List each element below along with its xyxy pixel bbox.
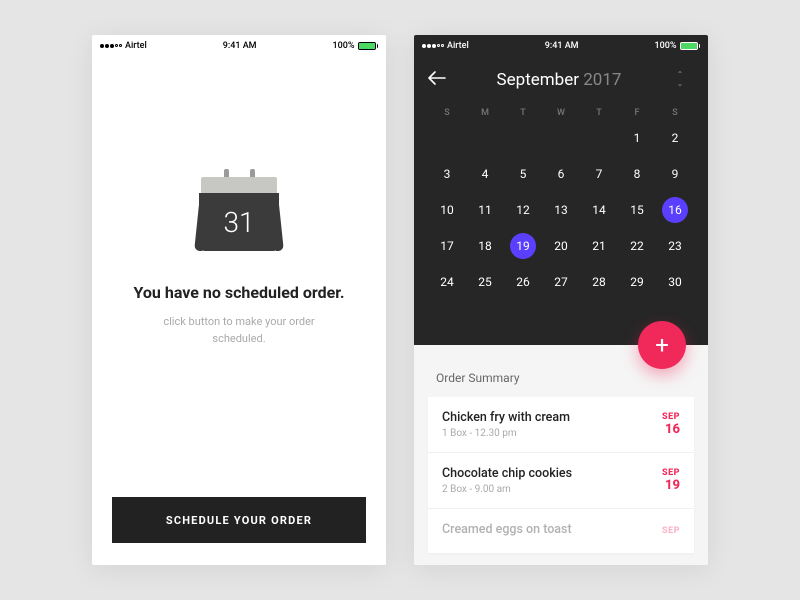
weekday-label: M — [466, 108, 504, 118]
calendar-grid: 1234567891011121314151617181920212223242… — [414, 124, 708, 296]
calendar-day[interactable]: 14 — [580, 198, 618, 222]
weekday-label: W — [542, 108, 580, 118]
calendar-panel: Airtel 9:41 AM 100% September 2017 ⌃ ⌄ S — [414, 35, 708, 345]
calendar-day[interactable]: 8 — [618, 162, 656, 186]
calendar-day[interactable]: 1 — [618, 126, 656, 150]
order-item-info: Chicken fry with cream 1 Box - 12.30 pm — [442, 410, 570, 439]
calendar-day[interactable]: 4 — [466, 162, 504, 186]
status-bar: Airtel 9:41 AM 100% — [414, 35, 708, 53]
add-order-fab[interactable]: + — [638, 321, 686, 369]
status-right: 100% — [655, 41, 700, 51]
battery-label: 100% — [655, 41, 677, 51]
order-item-date: SEP16 — [662, 412, 680, 437]
order-item-meta: 1 Box - 12.30 pm — [442, 428, 570, 439]
calendar-day[interactable]: 9 — [656, 162, 694, 186]
order-summary-panel: Order Summary Chicken fry with cream1 Bo… — [414, 345, 708, 565]
order-item-info: Chocolate chip cookies 2 Box - 9.00 am — [442, 466, 572, 495]
carrier-label: Airtel — [447, 41, 469, 51]
empty-state-container: 31 You have no scheduled order. click bu… — [92, 53, 386, 347]
calendar-day[interactable]: 17 — [428, 234, 466, 258]
calendar-day[interactable]: 21 — [580, 234, 618, 258]
calendar-day[interactable]: 28 — [580, 270, 618, 294]
calendar-day[interactable]: 6 — [542, 162, 580, 186]
screen-empty-state: Airtel 9:41 AM 100% 31 You have no sched… — [92, 35, 386, 565]
calendar-day[interactable]: 18 — [466, 234, 504, 258]
calendar-header: September 2017 ⌃ ⌄ — [414, 53, 708, 98]
month-text: September — [497, 70, 579, 90]
schedule-order-button[interactable]: SCHEDULE YOUR ORDER — [112, 497, 366, 543]
order-item-day: 16 — [662, 422, 680, 437]
battery-icon — [358, 42, 379, 50]
calendar-day[interactable]: 11 — [466, 198, 504, 222]
order-item-month: SEP — [662, 468, 680, 478]
calendar-day[interactable]: 27 — [542, 270, 580, 294]
calendar-day[interactable]: 10 — [428, 198, 466, 222]
signal-icon — [422, 44, 444, 48]
calendar-day[interactable]: 22 — [618, 234, 656, 258]
weekday-row: SMTWTFS — [414, 98, 708, 124]
calendar-day[interactable]: 7 — [580, 162, 618, 186]
calendar-day[interactable]: 23 — [656, 234, 694, 258]
order-item-month: SEP — [662, 412, 680, 422]
weekday-label: S — [656, 108, 694, 118]
battery-icon — [680, 42, 701, 50]
empty-title: You have no scheduled order. — [133, 283, 344, 302]
back-button[interactable] — [428, 69, 448, 90]
year-text: 2017 — [583, 70, 621, 90]
calendar-day[interactable]: 20 — [542, 234, 580, 258]
order-summary-item[interactable]: Creamed eggs on toast SEP — [428, 509, 694, 553]
weekday-label: T — [580, 108, 618, 118]
calendar-day[interactable]: 15 — [618, 198, 656, 222]
order-summary-item[interactable]: Chicken fry with cream 1 Box - 12.30 pm SE… — [428, 397, 694, 453]
order-item-date: SEP19 — [662, 468, 680, 493]
calendar-day[interactable]: 25 — [466, 270, 504, 294]
calendar-day[interactable]: 2 — [656, 126, 694, 150]
order-summary-item[interactable]: Chocolate chip cookies 2 Box - 9.00 am SEP… — [428, 453, 694, 509]
status-left: Airtel — [100, 41, 147, 51]
calendar-day[interactable]: 19 — [504, 234, 542, 258]
signal-icon — [100, 44, 122, 48]
status-time: 9:41 AM — [223, 41, 257, 51]
order-item-name: Chicken fry with cream — [442, 410, 570, 425]
screen-calendar: Airtel 9:41 AM 100% September 2017 ⌃ ⌄ S — [414, 35, 708, 565]
status-bar: Airtel 9:41 AM 100% — [92, 35, 386, 53]
month-stepper[interactable]: ⌃ ⌄ — [670, 71, 690, 88]
order-item-month: SEP — [662, 526, 680, 536]
order-summary-list: Chicken fry with cream 1 Box - 12.30 pm SE… — [428, 397, 694, 553]
calendar-day[interactable]: 26 — [504, 270, 542, 294]
order-item-info: Creamed eggs on toast — [442, 522, 572, 540]
weekday-label: F — [618, 108, 656, 118]
order-item-day: 19 — [662, 478, 680, 493]
chevron-up-icon: ⌃ — [677, 71, 684, 79]
empty-subtitle: click button to make your order schedule… — [149, 314, 329, 347]
order-item-name: Creamed eggs on toast — [442, 522, 572, 537]
month-year-label: September 2017 — [448, 70, 670, 90]
battery-label: 100% — [333, 41, 355, 51]
carrier-label: Airtel — [125, 41, 147, 51]
calendar-day[interactable]: 29 — [618, 270, 656, 294]
calendar-day[interactable]: 5 — [504, 162, 542, 186]
order-item-meta: 2 Box - 9.00 am — [442, 484, 572, 495]
calendar-day[interactable]: 13 — [542, 198, 580, 222]
weekday-label: S — [428, 108, 466, 118]
order-item-name: Chocolate chip cookies — [442, 466, 572, 481]
status-left: Airtel — [422, 41, 469, 51]
calendar-icon: 31 — [199, 173, 279, 251]
status-time: 9:41 AM — [545, 41, 579, 51]
status-right: 100% — [333, 41, 378, 51]
calendar-icon-day: 31 — [223, 206, 254, 239]
order-item-date: SEP — [662, 526, 680, 536]
calendar-day[interactable]: 12 — [504, 198, 542, 222]
calendar-day[interactable]: 30 — [656, 270, 694, 294]
calendar-day[interactable]: 3 — [428, 162, 466, 186]
chevron-down-icon: ⌄ — [677, 80, 684, 88]
calendar-day[interactable]: 16 — [656, 198, 694, 222]
calendar-day[interactable]: 24 — [428, 270, 466, 294]
plus-icon: + — [655, 331, 669, 359]
weekday-label: T — [504, 108, 542, 118]
